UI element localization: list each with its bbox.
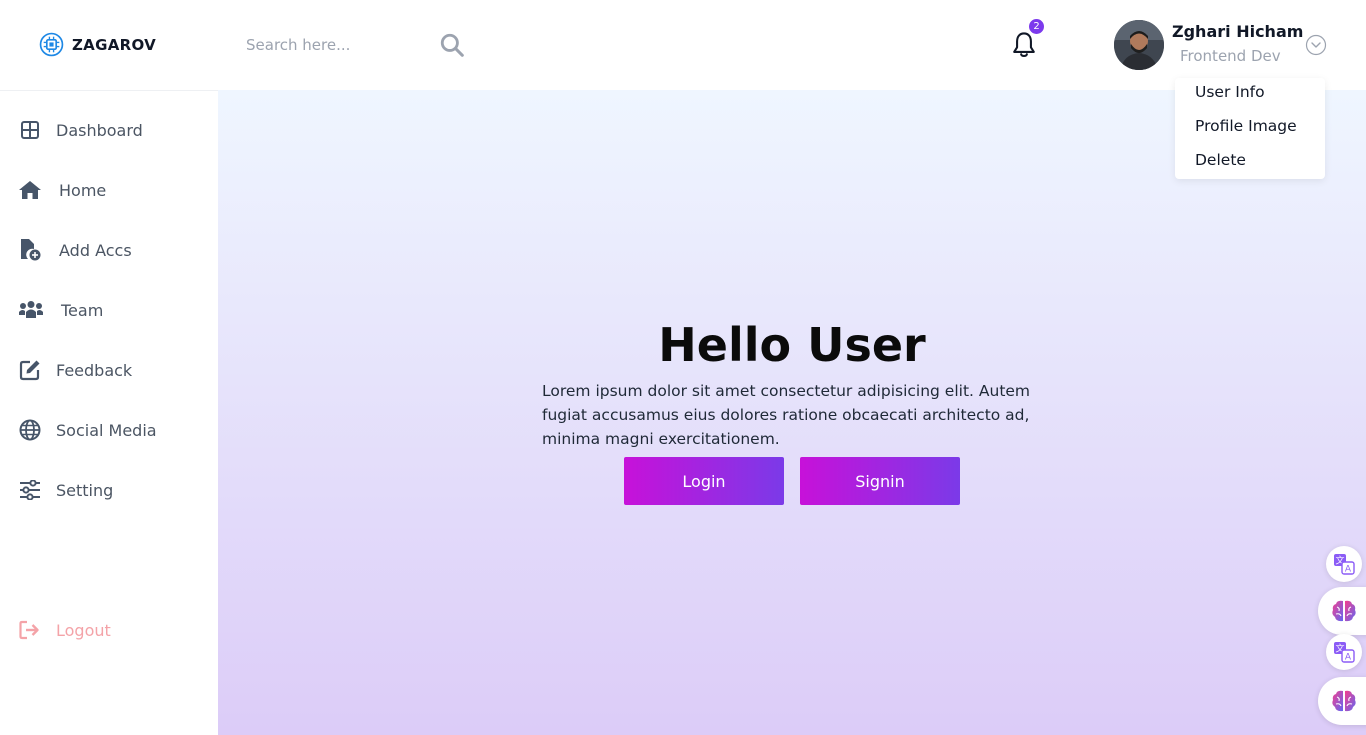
sidebar-item-label: Add Accs bbox=[59, 240, 132, 260]
hero-text: Lorem ipsum dolor sit amet consectetur a… bbox=[542, 382, 1031, 448]
ai-widget-button-secondary[interactable] bbox=[1318, 677, 1366, 725]
menu-item-delete[interactable]: Delete bbox=[1195, 151, 1246, 169]
sidebar-item-label: Team bbox=[61, 300, 104, 320]
brand-name: ZAGAROV bbox=[72, 35, 157, 54]
top-header: ZAGAROV 2 Zghari Hicham Frontend Dev bbox=[0, 0, 1366, 90]
menu-item-user-info[interactable]: User Info bbox=[1195, 83, 1265, 101]
login-button[interactable]: Login bbox=[624, 457, 784, 505]
globe-icon bbox=[18, 418, 42, 442]
brand-logo[interactable]: ZAGAROV bbox=[39, 32, 156, 57]
sidebar-item-dashboard[interactable]: Dashboard bbox=[18, 118, 143, 142]
edit-icon bbox=[18, 358, 42, 382]
sidebar-item-team[interactable]: Team bbox=[18, 298, 103, 322]
translate-icon: 文 A bbox=[1334, 642, 1355, 663]
svg-text:A: A bbox=[1345, 653, 1352, 663]
notification-badge: 2 bbox=[1029, 19, 1044, 34]
brain-icon bbox=[1332, 690, 1356, 712]
user-name: Zghari Hicham bbox=[1172, 22, 1304, 41]
hero-title: Hello User bbox=[658, 318, 926, 372]
translate-widget-button-secondary[interactable]: 文 A bbox=[1326, 634, 1362, 670]
sidebar-item-add-accs[interactable]: Add Accs bbox=[18, 238, 132, 262]
ai-widget-button[interactable] bbox=[1318, 587, 1366, 635]
user-role: Frontend Dev bbox=[1180, 47, 1281, 65]
sidebar-item-label: Dashboard bbox=[56, 120, 143, 140]
chevron-down-icon[interactable] bbox=[1305, 34, 1327, 56]
sidebar-item-setting[interactable]: Setting bbox=[18, 478, 113, 502]
logout-button[interactable]: Logout bbox=[18, 618, 111, 642]
signin-button[interactable]: Signin bbox=[800, 457, 960, 505]
avatar-image bbox=[1114, 20, 1164, 70]
sidebar: Dashboard Home Add Accs Team Feedback So… bbox=[0, 90, 218, 735]
translate-icon: 文 A bbox=[1334, 554, 1355, 575]
logout-icon bbox=[18, 618, 42, 642]
file-plus-icon bbox=[18, 238, 42, 262]
search-input[interactable] bbox=[246, 36, 426, 54]
svg-text:A: A bbox=[1345, 565, 1352, 575]
search-bar bbox=[246, 26, 471, 64]
grid-icon bbox=[18, 118, 42, 142]
translate-widget-button[interactable]: 文 A bbox=[1326, 546, 1362, 582]
sidebar-item-label: Home bbox=[59, 180, 107, 200]
sidebar-item-label: Feedback bbox=[56, 360, 133, 380]
sidebar-item-feedback[interactable]: Feedback bbox=[18, 358, 132, 382]
user-dropdown-menu: User Info Profile Image Delete bbox=[1175, 78, 1325, 179]
home-icon bbox=[18, 178, 42, 202]
sliders-icon bbox=[18, 478, 42, 502]
sidebar-item-social-media[interactable]: Social Media bbox=[18, 418, 157, 442]
brain-icon bbox=[1332, 600, 1356, 622]
team-icon bbox=[18, 298, 44, 322]
logout-label: Logout bbox=[56, 620, 111, 640]
chip-icon bbox=[39, 32, 64, 57]
avatar[interactable] bbox=[1114, 20, 1164, 70]
main-content: Hello User Lorem ipsum dolor sit amet co… bbox=[218, 90, 1366, 735]
menu-item-profile-image[interactable]: Profile Image bbox=[1195, 117, 1297, 135]
sidebar-item-label: Setting bbox=[56, 480, 114, 500]
sidebar-item-home[interactable]: Home bbox=[18, 178, 106, 202]
sidebar-item-label: Social Media bbox=[56, 420, 157, 440]
bell-icon[interactable] bbox=[1010, 30, 1038, 60]
search-icon[interactable] bbox=[439, 32, 465, 58]
